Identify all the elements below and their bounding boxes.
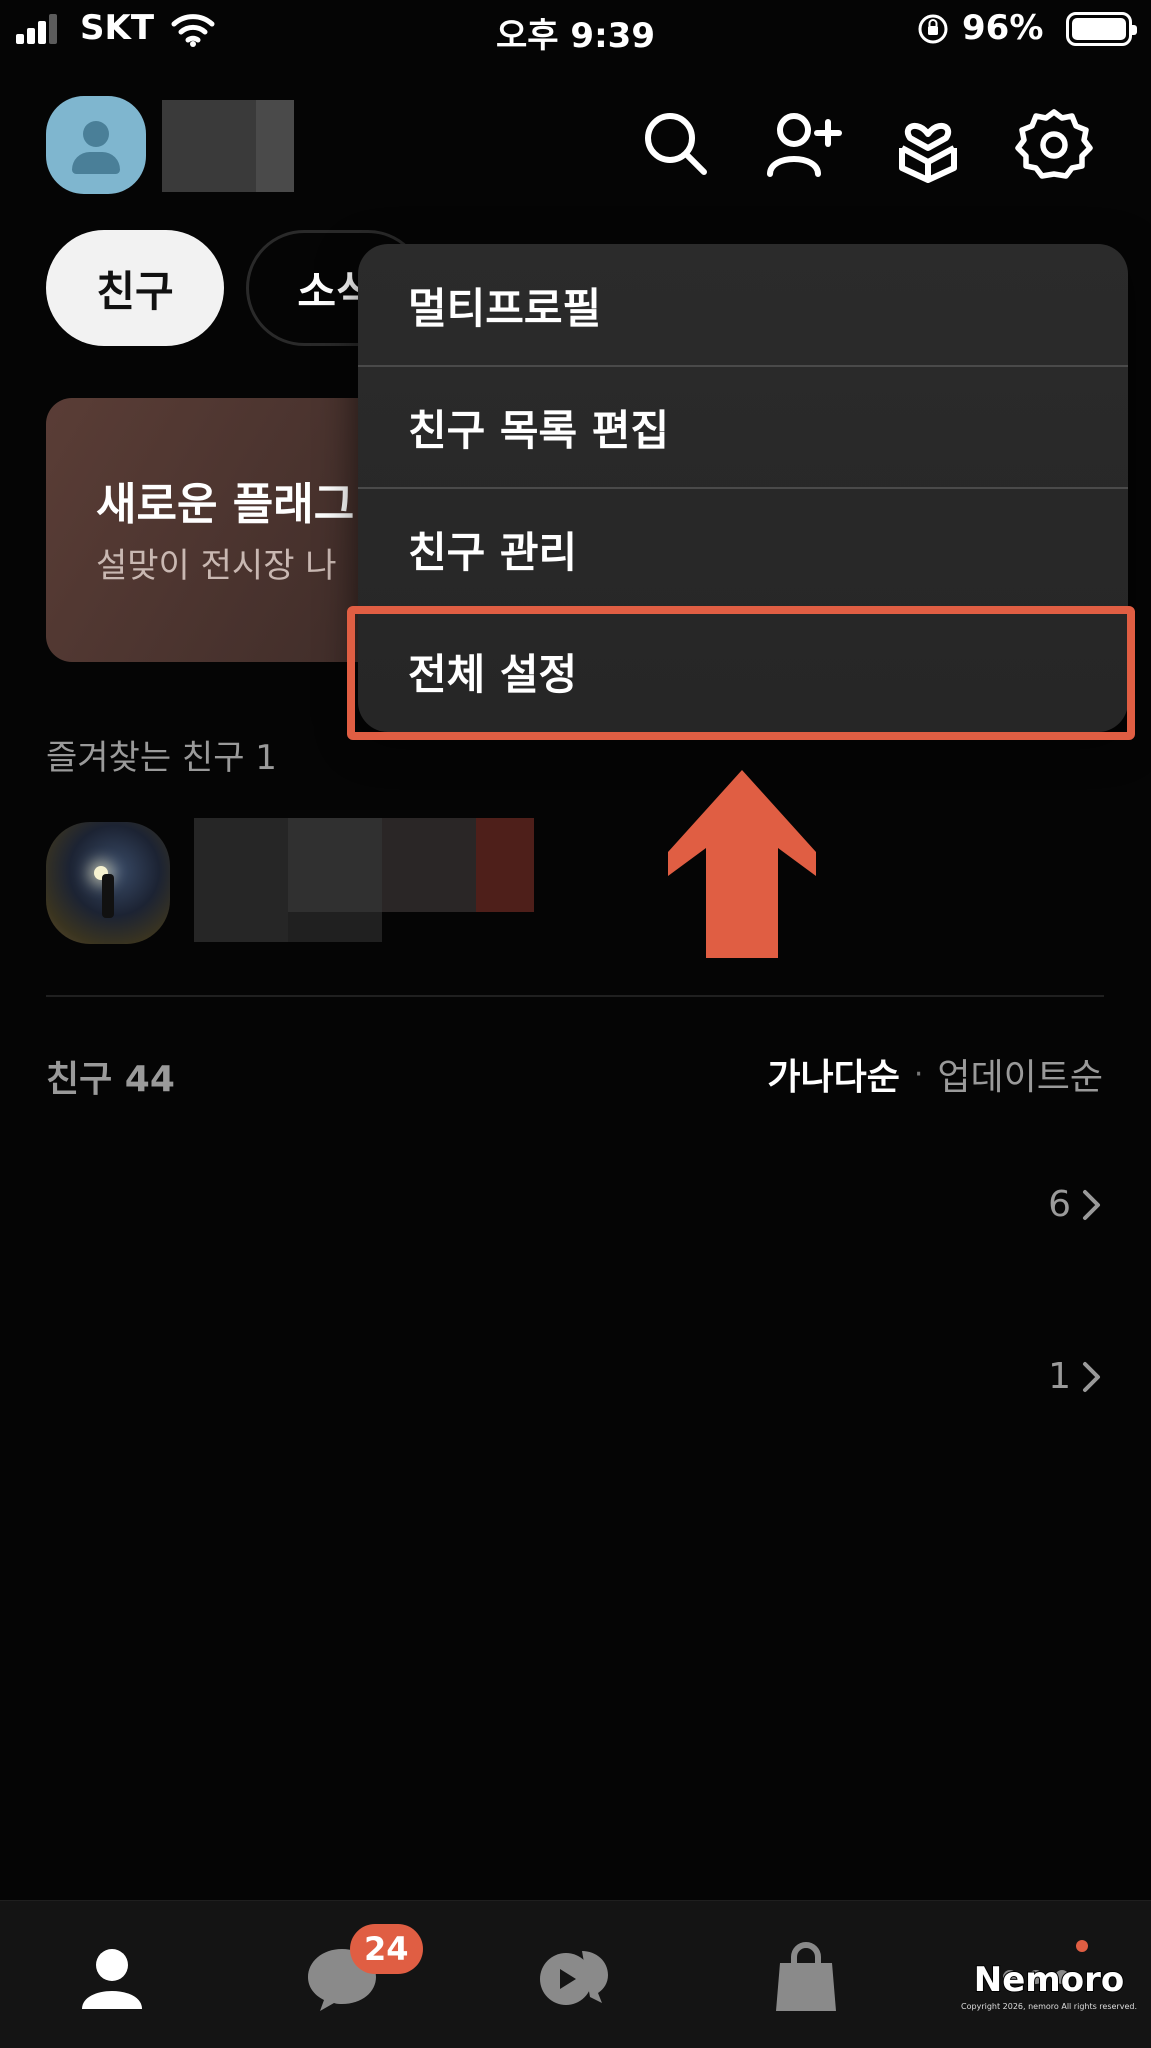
menu-item-manage-friends[interactable]: 친구 관리 [358, 488, 1128, 610]
group-count-row[interactable]: 6 [1048, 1184, 1103, 1225]
arrow-up-icon [668, 770, 816, 958]
sort-alphabetical[interactable]: 가나다순 [767, 1048, 899, 1100]
banner-title: 새로운 플래그 [96, 479, 355, 530]
group-count: 1 [1048, 1356, 1071, 1397]
sort-options: 가나다순 · 업데이트순 [767, 1048, 1103, 1100]
tab-friends[interactable]: 친구 [46, 230, 224, 346]
sort-separator: · [913, 1056, 924, 1092]
gift-icon[interactable] [888, 104, 968, 184]
sort-updated[interactable]: 업데이트순 [937, 1048, 1103, 1100]
add-friend-icon[interactable] [762, 104, 842, 184]
watermark-copyright: Copyright 2026, nemoro All rights reserv… [961, 2002, 1137, 2011]
menu-item-edit-friend-list[interactable]: 친구 목록 편집 [358, 366, 1128, 488]
battery-icon [1066, 12, 1137, 46]
notification-dot [1076, 1940, 1088, 1952]
highlight-box [347, 606, 1135, 740]
group-count: 6 [1048, 1184, 1071, 1225]
favorite-friend-avatar[interactable] [46, 822, 170, 944]
chevron-right-icon [1083, 1361, 1100, 1392]
watermark: Nemoro Copyright 2026, nemoro All rights… [961, 1959, 1137, 2011]
openchat-tab-icon[interactable] [532, 1937, 612, 2017]
chevron-right-icon [1083, 1189, 1100, 1220]
group-count-row[interactable]: 1 [1048, 1356, 1103, 1397]
menu-item-multi-profile[interactable]: 멀티프로필 [358, 244, 1128, 366]
settings-icon[interactable] [1014, 104, 1094, 184]
favorites-header: 즐겨찾는 친구 1 [46, 738, 277, 778]
shopping-tab-icon[interactable] [766, 1937, 846, 2017]
banner-subtitle: 설맞이 전시장 나 [96, 546, 337, 586]
rotation-lock-icon [918, 14, 948, 44]
friends-tab-icon[interactable] [72, 1937, 152, 2017]
status-bar: SKT 오후 9:39 96% [0, 0, 1151, 60]
search-icon[interactable] [636, 104, 716, 184]
my-profile-avatar[interactable] [46, 96, 146, 194]
favorite-friend-name-blurred[interactable] [194, 818, 534, 942]
my-profile-name-blurred[interactable] [162, 100, 294, 192]
section-divider [46, 995, 1104, 997]
battery-percent: 96% [962, 8, 1044, 48]
chat-unread-badge: 24 [350, 1924, 423, 1974]
friends-count: 친구 44 [46, 1059, 175, 1100]
watermark-brand: Nemoro [973, 1959, 1125, 2001]
